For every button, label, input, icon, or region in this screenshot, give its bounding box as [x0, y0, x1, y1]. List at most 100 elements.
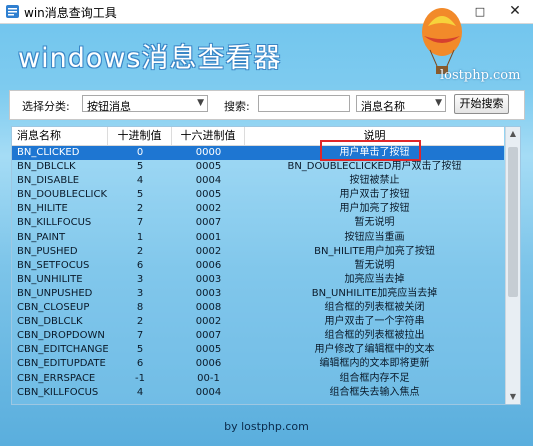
footer-text: by lostphp.com [224, 420, 309, 433]
cell-hex: 0005 [195, 189, 222, 201]
cell-name: CBN_EDITUPDATE [17, 358, 106, 370]
search-field-select[interactable]: 消息名称 ▼ [356, 95, 446, 113]
start-search-button[interactable]: 开始搜索 [454, 94, 509, 114]
cell-name: BN_DBLCLK [17, 161, 76, 173]
maximize-button[interactable]: □ [462, 0, 498, 23]
cell-name: BN_SETFOCUS [17, 259, 90, 271]
cell-description: 暂无说明 [354, 217, 395, 229]
table-row[interactable]: BN_HILITE 2 0002 用户加亮了按钮 [12, 202, 504, 216]
table-row[interactable]: BN_DOUBLECLICK... 5 0005 用户双击了按钮 [12, 188, 504, 202]
window-title: win消息查询工具 [24, 6, 117, 20]
cell-decimal: 8 [136, 302, 144, 314]
table-row[interactable]: CBN_EDITUPDATE 6 0006 编辑框内的文本即将更新 [12, 357, 504, 371]
close-button[interactable]: ✕ [497, 0, 533, 23]
cell-description: 组合框的列表框被关闭 [324, 302, 425, 314]
column-header-name[interactable]: 消息名称 [12, 127, 108, 145]
table-row[interactable]: BN_SETFOCUS 6 0006 暂无说明 [12, 259, 504, 273]
cell-description: 用户双击了按钮 [339, 189, 410, 201]
category-label: 选择分类: [22, 100, 70, 113]
cell-hex: 0000 [195, 147, 222, 158]
cell-hex: 0002 [195, 316, 222, 328]
cell-decimal: 0 [136, 147, 144, 158]
table-body: BN_CLICKED 0 0000 用户单击了按钮 BN_DBLCLK 5 0005 BN_D… [12, 146, 504, 400]
cell-name: BN_PUSHED [17, 245, 78, 257]
filter-bar: 选择分类: 按钮消息 ▼ 搜索: 消息名称 ▼ 开始搜索 [9, 90, 525, 120]
cell-name: BN_KILLFOCUS [17, 217, 92, 229]
cell-description: BN_UNHILITE加亮应当去掉 [311, 287, 438, 299]
cell-description: 暂无说明 [354, 259, 395, 271]
cell-decimal: 5 [136, 344, 144, 356]
banner: windows消息查看器 lostphp.com [0, 8, 533, 84]
cell-description: 组合框失去输入焦点 [329, 386, 420, 398]
app-window: win消息查询工具 — □ ✕ windows消息查看器 lostphp.com… [0, 0, 533, 446]
cell-description: 按钮被禁止 [349, 175, 400, 187]
message-table: 消息名称 十进制值 十六进制值 说明 BN_CLICKED 0 0000 用户单击了按… [11, 126, 521, 405]
table-row[interactable]: BN_KILLFOCUS 7 0007 暂无说明 [12, 216, 504, 230]
cell-hex: 00-1 [197, 372, 220, 384]
cell-hex: 0007 [195, 330, 222, 342]
cell-name: CBN_DROPDOWN [17, 330, 105, 342]
cell-hex: 0001 [195, 231, 222, 243]
table-row[interactable]: BN_CLICKED 0 0000 用户单击了按钮 [12, 146, 504, 161]
cell-name: BN_CLICKED [17, 147, 80, 158]
cell-name: BN_UNHILITE [17, 273, 83, 285]
cell-decimal: 7 [136, 330, 144, 342]
cell-decimal: 2 [136, 203, 144, 215]
cell-name: CBN_KILLFOCUS [17, 386, 99, 398]
search-field-value: 消息名称 [361, 100, 405, 113]
cell-hex: 0005 [195, 344, 222, 356]
cell-hex: 0008 [195, 302, 222, 314]
chevron-down-icon: ▼ [197, 98, 204, 108]
table-row[interactable]: CBN_DROPDOWN 7 0007 组合框的列表框被拉出 [12, 329, 504, 343]
app-icon [6, 5, 19, 18]
cell-name: BN_DISABLE [17, 175, 80, 187]
vertical-scrollbar[interactable]: ▲ ▼ [505, 127, 520, 404]
table-row[interactable]: BN_PAINT 1 0001 按钮应当重画 [12, 231, 504, 245]
cell-hex: 0005 [195, 161, 222, 173]
table-row[interactable]: BN_DISABLE 4 0004 按钮被禁止 [12, 174, 504, 188]
cell-hex: 0007 [195, 217, 222, 229]
cell-name: BN_PAINT [17, 231, 66, 243]
table-row[interactable]: BN_PUSHED 2 0002 BN_HILITE用户加亮了按钮 [12, 245, 504, 259]
cell-name: CBN_DBLCLK [17, 316, 83, 328]
cell-decimal: 6 [136, 358, 144, 370]
scroll-up-icon[interactable]: ▲ [506, 127, 520, 141]
cell-hex: 0002 [195, 245, 222, 257]
cell-description: 组合框内存不足 [339, 372, 410, 384]
cell-description: 组合框的列表框被拉出 [324, 330, 425, 342]
search-label: 搜索: [224, 100, 250, 113]
cell-description: 用户加亮了按钮 [339, 203, 410, 215]
scrollbar-thumb[interactable] [508, 147, 518, 297]
column-header-decimal[interactable]: 十进制值 [108, 127, 172, 145]
column-header-hex[interactable]: 十六进制值 [172, 127, 245, 145]
cell-hex: 0003 [195, 273, 222, 285]
cell-decimal: 4 [136, 175, 144, 187]
table-row[interactable]: BN_UNHILITE 3 0003 加亮应当去掉 [12, 273, 504, 287]
highlight-annotation-box [320, 140, 421, 161]
category-select-value: 按钮消息 [87, 100, 131, 113]
cell-decimal: 5 [136, 161, 144, 173]
cell-description: BN_HILITE用户加亮了按钮 [314, 245, 435, 257]
scroll-down-icon[interactable]: ▼ [506, 390, 520, 404]
cell-hex: 0006 [195, 259, 222, 271]
table-row[interactable]: CBN_EDITCHANGE 5 0005 用户修改了编辑框中的文本 [12, 343, 504, 357]
table-row[interactable]: CBN_CLOSEUP 8 0008 组合框的列表框被关闭 [12, 301, 504, 315]
table-row[interactable]: BN_UNPUSHED 3 0003 BN_UNHILITE加亮应当去掉 [12, 287, 504, 301]
cell-name: BN_UNPUSHED [17, 287, 93, 299]
table-row[interactable]: CBN_ERRSPACE -1 00-1 组合框内存不足 [12, 372, 504, 386]
cell-description: BN_DOUBLECLICKED用户双击了按钮 [287, 161, 462, 173]
table-row[interactable]: CBN_DBLCLK 2 0002 用户双击了一个字符串 [12, 315, 504, 329]
table-header: 消息名称 十进制值 十六进制值 说明 [12, 127, 504, 146]
table-row[interactable]: CBN_KILLFOCUS 4 0004 组合框失去输入焦点 [12, 386, 504, 400]
cell-description: 按钮应当重画 [344, 231, 405, 243]
cell-description: 用户修改了编辑框中的文本 [314, 344, 435, 356]
table-row[interactable]: BN_DBLCLK 5 0005 BN_DOUBLECLICKED用户双击了按钮 [12, 160, 504, 174]
banner-logo-text: windows消息查看器 [18, 43, 282, 74]
search-input[interactable] [258, 95, 350, 112]
cell-decimal: 1 [136, 231, 144, 243]
cell-decimal: 2 [136, 316, 144, 328]
cell-description: 用户双击了一个字符串 [324, 316, 425, 328]
cell-hex: 0002 [195, 203, 222, 215]
cell-description: 编辑框内的文本即将更新 [319, 358, 430, 370]
category-select[interactable]: 按钮消息 ▼ [82, 95, 208, 113]
